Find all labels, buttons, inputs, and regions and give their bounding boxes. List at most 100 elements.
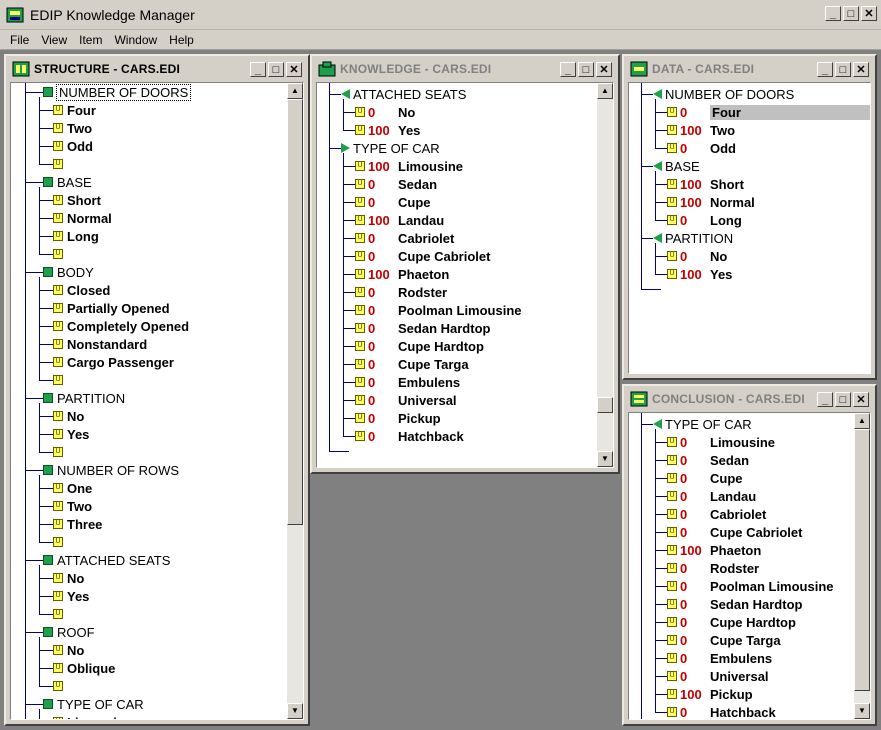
scroll-thumb[interactable] [287, 99, 303, 525]
tree-item[interactable]: U 0 Rodster [355, 283, 447, 301]
conclusion-scrollbar[interactable]: ▲ ▼ [854, 413, 870, 719]
tree-item[interactable]: U 0 Cupe [355, 193, 431, 211]
menu-file[interactable]: File [4, 33, 35, 47]
scroll-thumb[interactable] [597, 397, 613, 413]
tree-item[interactable]: U 0 Hatchback [355, 427, 464, 445]
tree-item[interactable]: U Partially Opened [53, 299, 170, 317]
maximize-button[interactable]: □ [835, 62, 851, 77]
tree-item[interactable]: U [53, 245, 67, 263]
structure-scrollbar[interactable]: ▲ ▼ [287, 83, 303, 719]
scroll-up-icon[interactable]: ▲ [287, 83, 303, 99]
tree-group[interactable]: BASE [653, 157, 700, 175]
tree-item[interactable]: U [53, 371, 67, 389]
close-button[interactable]: ✕ [853, 392, 869, 407]
tree-group[interactable]: TYPE OF CAR [43, 695, 144, 713]
tree-item[interactable]: U 0 Cupe Hardtop [667, 613, 796, 631]
close-button[interactable]: ✕ [853, 62, 869, 77]
tree-item[interactable]: U 100 Yes [355, 121, 420, 139]
tree-item[interactable]: U Short [53, 191, 101, 209]
tree-item[interactable]: U 100 Limousine [355, 157, 463, 175]
minimize-button[interactable]: _ [817, 392, 833, 407]
tree-item[interactable]: U Long [53, 227, 99, 245]
tree-group[interactable]: ROOF [43, 623, 95, 641]
tree-item[interactable]: U 0 No [667, 247, 727, 265]
tree-item[interactable]: U 100 Normal [667, 193, 755, 211]
scroll-down-icon[interactable]: ▼ [287, 703, 303, 719]
tree-item[interactable]: U 0 Cabriolet [355, 229, 454, 247]
tree-item[interactable]: U 0 Rodster [667, 559, 759, 577]
tree-item[interactable]: U 0 Cupe Hardtop [355, 337, 484, 355]
minimize-button[interactable]: _ [817, 62, 833, 77]
tree-item[interactable]: U 0 Cupe Targa [667, 631, 781, 649]
data-tree[interactable]: NUMBER OF DOORS U 0 Four U 100 Two U 0 Odd BASE U 10… [628, 82, 871, 374]
tree-item[interactable]: U 0 Universal [355, 391, 457, 409]
close-button[interactable]: ✕ [861, 6, 877, 21]
tree-item[interactable]: U 0 Odd [667, 139, 736, 157]
tree-group[interactable]: TYPE OF CAR [653, 415, 752, 433]
maximize-button[interactable]: □ [578, 62, 594, 77]
tree-item[interactable]: U 0 Poolman Limousine [667, 577, 834, 595]
tree-item[interactable]: U [53, 443, 67, 461]
knowledge-scrollbar[interactable]: ▲ ▼ [597, 83, 613, 467]
tree-item[interactable]: U 0 Cupe Cabriolet [355, 247, 490, 265]
tree-group[interactable]: ATTACHED SEATS [43, 551, 170, 569]
tree-item[interactable]: U [53, 677, 67, 695]
tree-item[interactable]: U [53, 533, 67, 551]
tree-group[interactable]: ATTACHED SEATS [341, 85, 466, 103]
tree-item[interactable]: U 100 Short [667, 175, 744, 193]
tree-item[interactable]: U Four [53, 101, 96, 119]
tree-item[interactable]: U 0 Sedan [355, 175, 437, 193]
tree-item[interactable]: U 100 Two [667, 121, 735, 139]
maximize-button[interactable]: □ [843, 6, 859, 21]
tree-item[interactable]: U 100 Phaeton [667, 541, 761, 559]
minimize-button[interactable]: _ [250, 62, 266, 77]
menu-window[interactable]: Window [108, 33, 163, 47]
tree-item[interactable]: U 0 Universal [667, 667, 769, 685]
tree-item[interactable]: U 0 Sedan Hardtop [355, 319, 490, 337]
tree-item[interactable]: U 0 Pickup [355, 409, 441, 427]
tree-item[interactable]: U Three [53, 515, 102, 533]
close-button[interactable]: ✕ [596, 62, 612, 77]
tree-group[interactable]: PARTITION [43, 389, 125, 407]
tree-group[interactable]: BODY [43, 263, 94, 281]
scroll-up-icon[interactable]: ▲ [597, 83, 613, 99]
minimize-button[interactable]: _ [825, 6, 841, 21]
menu-help[interactable]: Help [163, 33, 200, 47]
tree-item[interactable]: U Yes [53, 425, 89, 443]
tree-item[interactable]: U Cargo Passenger [53, 353, 174, 371]
tree-item[interactable]: U 0 Embulens [355, 373, 460, 391]
tree-item[interactable]: U Two [53, 497, 92, 515]
conclusion-tree[interactable]: ▲ ▼ TYPE OF CAR U 0 Limousine U 0 Sedan U 0 Cupe U… [628, 412, 871, 720]
tree-item[interactable]: U 100 Landau [355, 211, 444, 229]
tree-item[interactable]: U Closed [53, 281, 110, 299]
close-button[interactable]: ✕ [286, 62, 302, 77]
tree-item[interactable]: U 0 Long [667, 211, 742, 229]
tree-group[interactable]: TYPE OF CAR [341, 139, 440, 157]
tree-item[interactable]: U 0 Embulens [667, 649, 772, 667]
tree-item[interactable]: U One [53, 479, 92, 497]
tree-item[interactable]: U 100 Phaeton [355, 265, 449, 283]
tree-item[interactable]: U Completely Opened [53, 317, 189, 335]
tree-group[interactable]: NUMBER OF DOORS [653, 85, 794, 103]
tree-item[interactable]: U No [53, 407, 84, 425]
tree-item[interactable]: U 0 Four [667, 103, 870, 121]
knowledge-tree[interactable]: ▲ ▼ ATTACHED SEATS U 0 No U 100 Yes TYPE OF CAR… [316, 82, 614, 468]
tree-item[interactable]: U 0 Poolman Limousine [355, 301, 522, 319]
tree-item[interactable]: U Nonstandard [53, 335, 147, 353]
tree-item[interactable]: U 0 Landau [667, 487, 756, 505]
maximize-button[interactable]: □ [268, 62, 284, 77]
menu-view[interactable]: View [35, 33, 73, 47]
tree-item[interactable]: U 0 Cupe Cabriolet [667, 523, 802, 541]
scroll-up-icon[interactable]: ▲ [854, 413, 870, 429]
menu-item[interactable]: Item [73, 33, 108, 47]
tree-item[interactable]: U Odd [53, 137, 93, 155]
tree-item[interactable]: U 100 Yes [667, 265, 732, 283]
tree-item[interactable]: U 0 Cabriolet [667, 505, 766, 523]
tree-item[interactable]: U [53, 155, 67, 173]
tree-item[interactable]: U Limousine [53, 713, 132, 719]
tree-item[interactable]: U No [53, 641, 84, 659]
tree-item[interactable]: U 0 Sedan Hardtop [667, 595, 802, 613]
tree-item[interactable]: U No [53, 569, 84, 587]
scroll-thumb[interactable] [854, 429, 870, 691]
tree-group[interactable]: BASE [43, 173, 92, 191]
